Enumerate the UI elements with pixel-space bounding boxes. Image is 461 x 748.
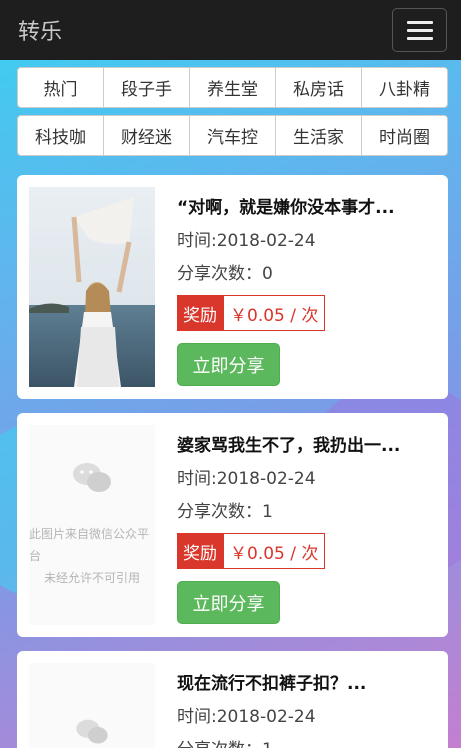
share-button[interactable]: 立即分享 [177, 581, 280, 624]
placeholder-text: 此图片来自微信公众平台 [29, 527, 150, 563]
reward-badge: 奖励 ￥0.05 / 次 [177, 295, 437, 331]
menu-icon [406, 20, 433, 24]
reward-badge: 奖励 ￥0.05 / 次 [177, 533, 437, 569]
share-count: 分享次数：1 [177, 734, 437, 748]
wechat-icon [73, 463, 111, 492]
share-button[interactable]: 立即分享 [177, 343, 280, 386]
article-date: 时间:2018-02-24 [177, 231, 316, 251]
article-title[interactable]: 现在流行不扣裤子扣？... [177, 669, 437, 701]
category-row-1: 热门 段子手 养生堂 私房话 八卦精 [17, 67, 448, 108]
category-tab[interactable]: 科技咖 [18, 116, 104, 155]
article-thumbnail[interactable]: 此图片来自微信公众平台 未经允许不可引用 [29, 425, 155, 625]
article-date: 时间:2018-02-24 [177, 707, 316, 727]
category-tab[interactable]: 财经迷 [104, 116, 190, 155]
reward-label: 奖励 [177, 533, 223, 569]
wechat-icon [76, 719, 108, 744]
share-count: 分享次数：1 [177, 502, 273, 522]
article-card[interactable]: 现在流行不扣裤子扣？... 时间:2018-02-24 分享次数：1 [17, 651, 448, 748]
article-thumbnail[interactable] [29, 187, 155, 387]
category-tab[interactable]: 汽车控 [190, 116, 276, 155]
menu-icon [406, 36, 433, 40]
category-tab[interactable]: 热门 [18, 68, 104, 107]
reward-label: 奖励 [177, 295, 223, 331]
menu-icon [406, 28, 433, 32]
category-row-2: 科技咖 财经迷 汽车控 生活家 时尚圈 [17, 115, 448, 156]
menu-button[interactable] [392, 8, 447, 52]
category-tab[interactable]: 时尚圈 [362, 116, 447, 155]
article-date: 时间:2018-02-24 [177, 469, 316, 489]
navbar: 转乐 [0, 0, 461, 60]
article-thumbnail[interactable] [29, 663, 155, 748]
reward-amount: ￥0.05 / 次 [223, 533, 326, 569]
category-tab[interactable]: 养生堂 [190, 68, 276, 107]
article-card[interactable]: “对啊，就是嫌你没本事才... 时间:2018-02-24 分享次数：0 奖励 … [17, 175, 448, 399]
reward-amount: ￥0.05 / 次 [223, 295, 326, 331]
article-title[interactable]: 婆家骂我生不了，我扔出一... [177, 431, 437, 463]
placeholder-text: 未经允许不可引用 [43, 571, 140, 585]
article-title[interactable]: “对啊，就是嫌你没本事才... [177, 193, 437, 225]
share-count: 分享次数：0 [177, 264, 273, 284]
category-tab[interactable]: 八卦精 [362, 68, 447, 107]
category-tab[interactable]: 段子手 [104, 68, 190, 107]
brand-title[interactable]: 转乐 [18, 14, 62, 46]
category-tab[interactable]: 生活家 [276, 116, 362, 155]
category-tab[interactable]: 私房话 [276, 68, 362, 107]
article-card[interactable]: 此图片来自微信公众平台 未经允许不可引用 婆家骂我生不了，我扔出一... 时间:… [17, 413, 448, 637]
